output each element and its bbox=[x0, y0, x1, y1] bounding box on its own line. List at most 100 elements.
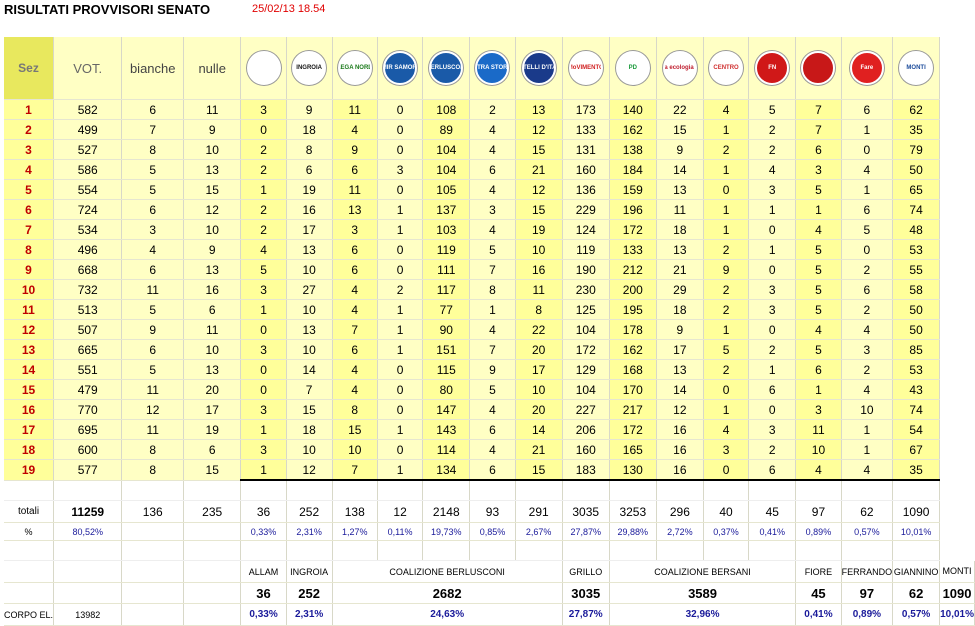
summary-value-cell[interactable]: 3589 bbox=[609, 582, 797, 604]
vote-cell[interactable]: 5 bbox=[703, 339, 750, 360]
vote-cell[interactable]: 140 bbox=[609, 99, 657, 120]
vote-cell[interactable]: 190 bbox=[562, 259, 610, 280]
vote-cell[interactable]: 18 bbox=[656, 219, 704, 240]
vote-cell[interactable]: 13 bbox=[286, 319, 333, 340]
vote-cell[interactable]: 10 bbox=[515, 379, 563, 400]
summary-value-cell[interactable]: 2682 bbox=[332, 582, 563, 604]
vote-cell[interactable]: 22 bbox=[515, 319, 563, 340]
vote-cell[interactable]: 11 bbox=[332, 99, 378, 120]
header-party-6[interactable]: FRATELLI D'ITALIA bbox=[515, 37, 563, 100]
vote-cell[interactable]: 6 bbox=[841, 99, 894, 120]
totals-nulle[interactable]: 235 bbox=[183, 500, 242, 523]
vote-cell[interactable]: 85 bbox=[892, 339, 941, 360]
bianche-cell[interactable]: 5 bbox=[121, 299, 185, 320]
vote-cell[interactable]: 1 bbox=[377, 319, 424, 340]
vote-cell[interactable]: 1 bbox=[377, 219, 424, 240]
totals-cell[interactable]: 97 bbox=[795, 500, 842, 523]
summary-value-cell[interactable]: 36 bbox=[240, 582, 287, 604]
summary-value-cell[interactable]: 97 bbox=[841, 582, 894, 604]
nulle-cell[interactable]: 13 bbox=[183, 359, 242, 380]
vote-cell[interactable]: 227 bbox=[562, 399, 610, 420]
vote-cell[interactable]: 74 bbox=[892, 399, 941, 420]
vote-cell[interactable]: 7 bbox=[795, 99, 842, 120]
vot-cell[interactable]: 551 bbox=[53, 359, 123, 380]
percent-cell[interactable]: 27,87% bbox=[562, 522, 610, 541]
vote-cell[interactable]: 13 bbox=[656, 239, 704, 260]
nulle-cell[interactable]: 19 bbox=[183, 419, 242, 440]
header-party-10[interactable]: CENTRO bbox=[703, 37, 750, 100]
vote-cell[interactable]: 4 bbox=[841, 459, 894, 481]
vote-cell[interactable]: 0 bbox=[377, 359, 424, 380]
vote-cell[interactable]: 119 bbox=[422, 239, 471, 260]
vote-cell[interactable]: 5 bbox=[795, 299, 842, 320]
vote-cell[interactable]: 1 bbox=[377, 459, 424, 481]
vote-cell[interactable]: 21 bbox=[656, 259, 704, 280]
corpo-elettorale-label[interactable]: CORPO EL. bbox=[4, 603, 55, 626]
vote-cell[interactable]: 62 bbox=[892, 99, 941, 120]
sez-cell[interactable]: 1 bbox=[4, 99, 55, 120]
summary-label-cell[interactable]: ALLAM bbox=[240, 560, 287, 583]
vote-cell[interactable]: 131 bbox=[562, 139, 610, 160]
empty-cell[interactable] bbox=[53, 582, 123, 604]
totals-cell[interactable]: 45 bbox=[748, 500, 797, 523]
vot-cell[interactable]: 695 bbox=[53, 419, 123, 440]
empty-cell[interactable] bbox=[121, 560, 185, 583]
vot-cell[interactable]: 665 bbox=[53, 339, 123, 360]
vote-cell[interactable]: 0 bbox=[240, 319, 287, 340]
vote-cell[interactable]: 13 bbox=[515, 99, 563, 120]
sez-cell[interactable]: 13 bbox=[4, 339, 55, 360]
vote-cell[interactable]: 4 bbox=[332, 299, 378, 320]
vote-cell[interactable]: 10 bbox=[286, 339, 333, 360]
vote-cell[interactable]: 10 bbox=[795, 439, 842, 460]
vot-cell[interactable]: 724 bbox=[53, 199, 123, 220]
vote-cell[interactable]: 0 bbox=[377, 119, 424, 140]
bianche-cell[interactable]: 4 bbox=[121, 239, 185, 260]
vote-cell[interactable]: 19 bbox=[286, 179, 333, 200]
vote-cell[interactable]: 4 bbox=[841, 159, 894, 180]
bianche-cell[interactable]: 5 bbox=[121, 179, 185, 200]
header-party-4[interactable]: BERLUSCONI bbox=[422, 37, 471, 100]
vote-cell[interactable]: 114 bbox=[422, 439, 471, 460]
vote-cell[interactable]: 2 bbox=[748, 339, 797, 360]
vote-cell[interactable]: 119 bbox=[562, 239, 610, 260]
vote-cell[interactable]: 184 bbox=[609, 159, 657, 180]
vote-cell[interactable]: 217 bbox=[609, 399, 657, 420]
vote-cell[interactable]: 5 bbox=[469, 239, 516, 260]
empty-cell[interactable] bbox=[53, 540, 123, 561]
vote-cell[interactable]: 129 bbox=[562, 359, 610, 380]
vote-cell[interactable]: 172 bbox=[609, 219, 657, 240]
vote-cell[interactable]: 8 bbox=[469, 279, 516, 300]
vote-cell[interactable]: 3 bbox=[703, 439, 750, 460]
empty-cell[interactable] bbox=[562, 479, 610, 501]
vote-cell[interactable]: 9 bbox=[332, 139, 378, 160]
summary-percent-cell[interactable]: 27,87% bbox=[562, 603, 610, 626]
vote-cell[interactable]: 6 bbox=[841, 199, 894, 220]
vote-cell[interactable]: 15 bbox=[515, 199, 563, 220]
header-nulle[interactable]: nulle bbox=[183, 37, 242, 100]
bianche-cell[interactable]: 11 bbox=[121, 379, 185, 400]
vote-cell[interactable]: 0 bbox=[377, 139, 424, 160]
vote-cell[interactable]: 9 bbox=[656, 139, 704, 160]
empty-cell[interactable] bbox=[183, 540, 242, 561]
vote-cell[interactable]: 1 bbox=[703, 399, 750, 420]
vote-cell[interactable]: 1 bbox=[841, 179, 894, 200]
header-party-14[interactable]: MONTI bbox=[892, 37, 941, 100]
vote-cell[interactable]: 6 bbox=[748, 459, 797, 481]
vote-cell[interactable]: 11 bbox=[332, 179, 378, 200]
empty-cell[interactable] bbox=[183, 522, 242, 541]
vote-cell[interactable]: 134 bbox=[422, 459, 471, 481]
sez-cell[interactable]: 7 bbox=[4, 219, 55, 240]
vote-cell[interactable]: 11 bbox=[795, 419, 842, 440]
vote-cell[interactable]: 3 bbox=[841, 339, 894, 360]
vote-cell[interactable]: 172 bbox=[562, 339, 610, 360]
vote-cell[interactable]: 17 bbox=[515, 359, 563, 380]
empty-cell[interactable] bbox=[748, 540, 797, 561]
vote-cell[interactable]: 5 bbox=[469, 379, 516, 400]
vote-cell[interactable]: 2 bbox=[240, 159, 287, 180]
empty-cell[interactable] bbox=[892, 479, 941, 501]
vote-cell[interactable]: 0 bbox=[703, 179, 750, 200]
vote-cell[interactable]: 1 bbox=[377, 299, 424, 320]
vot-cell[interactable]: 732 bbox=[53, 279, 123, 300]
empty-cell[interactable] bbox=[515, 479, 563, 501]
vote-cell[interactable]: 108 bbox=[422, 99, 471, 120]
